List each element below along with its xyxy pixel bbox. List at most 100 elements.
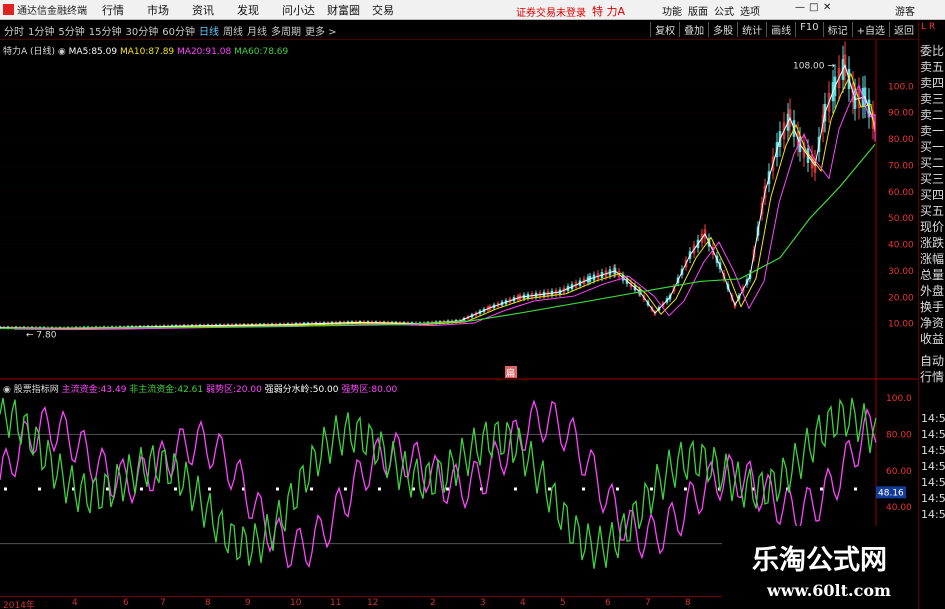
menu-item-wealth[interactable]: 财富圈 <box>327 2 372 18</box>
menu-item-ask[interactable]: 问小达 <box>282 2 327 18</box>
period-multi[interactable]: 多周期 <box>271 23 301 38</box>
divide-line-dot <box>684 487 687 491</box>
ma5-value: 85.09 <box>91 47 118 57</box>
strong-zone-label: 强势区: <box>341 385 372 395</box>
tool-mark[interactable]: 标记 <box>822 22 852 37</box>
watermark-title: 乐淘公式网 <box>752 545 887 576</box>
indicator-name[interactable]: 股票指标网 <box>14 385 59 395</box>
divide-line-label: 强弱分水岭: <box>264 385 313 395</box>
side-label: 委比 <box>919 44 944 58</box>
date-tick-label: 7 <box>645 598 651 608</box>
side-label: 买四 <box>919 188 944 202</box>
watermark-url: www.60lt.com <box>767 581 891 600</box>
tool-multi-stock[interactable]: 多股 <box>708 22 737 37</box>
quote-label[interactable]: 行情 <box>919 369 945 385</box>
period-5min[interactable]: 5分钟 <box>58 23 84 38</box>
divide-line-dot <box>820 487 823 491</box>
menu-item-formula[interactable]: 公式 <box>714 3 740 18</box>
period-tick[interactable]: 分时 <box>4 23 24 38</box>
price-tick-label: 60.00 <box>888 188 914 198</box>
indicator-tick-label: 60.00 <box>886 467 912 477</box>
menu-item-discover[interactable]: 发现 <box>237 2 282 18</box>
divide-line-dot <box>650 487 653 491</box>
close-icon[interactable]: ✕ <box>823 2 837 13</box>
period-weekly[interactable]: 周线 <box>223 23 243 38</box>
strong-zone-value: 80.00 <box>371 385 398 395</box>
main-menu: 行情 市场 资讯 发现 问小达 财富圈 交易 <box>102 2 417 18</box>
period-monthly[interactable]: 月线 <box>247 23 267 38</box>
menu-item-options[interactable]: 选项 <box>740 3 766 18</box>
date-tick-label: 11 <box>330 598 342 608</box>
menu-item-layout[interactable]: 版面 <box>688 3 714 18</box>
lr-toggle[interactable]: L R <box>921 22 935 32</box>
side-label: 卖五 <box>919 60 944 74</box>
ma20-label: MA20: <box>177 47 206 57</box>
tool-adjust[interactable]: 复权 <box>650 22 679 37</box>
chart-tools: 复权 叠加 多股 统计 画线 F10 标记 +自选 返回 <box>650 22 918 37</box>
date-tick-label: 6 <box>123 598 129 608</box>
period-more[interactable]: 更多 > <box>305 23 337 38</box>
weak-zone-value: 20.00 <box>236 385 262 395</box>
period-30min[interactable]: 30分钟 <box>125 23 158 38</box>
divide-line-dot <box>140 487 143 491</box>
divide-line-dot <box>344 487 347 491</box>
divide-line-dot <box>582 487 585 491</box>
ma60-value: 78.69 <box>262 47 289 57</box>
side-label: 卖一 <box>919 124 944 138</box>
tool-back[interactable]: 返回 <box>889 22 918 37</box>
date-tick-label: 3 <box>480 598 486 608</box>
price-tick-label: 10.00 <box>888 320 914 330</box>
menu-item-quotes[interactable]: 行情 <box>102 2 147 18</box>
indicator-icon: ◉ <box>3 385 14 395</box>
guest-label[interactable]: 游客 <box>895 3 915 18</box>
period-daily[interactable]: 日线 <box>199 23 219 38</box>
menu-item-trade[interactable]: 交易 <box>372 2 417 18</box>
price-tick-label: 100.0 <box>888 82 914 92</box>
date-tick-label: 7 <box>160 598 166 608</box>
login-notice[interactable]: 证券交易未登录 <box>516 4 586 19</box>
low-price-label: ← 7.80 <box>26 330 57 340</box>
divide-line-dot <box>616 487 619 491</box>
period-60min[interactable]: 60分钟 <box>162 23 195 38</box>
menu-item-function[interactable]: 功能 <box>662 3 688 18</box>
kline-chart[interactable]: 100.0 90.00 80.00 70.00 60.00 50.00 40.00 30.00… <box>0 40 918 380</box>
tool-f10[interactable]: F10 <box>795 22 822 37</box>
side-label: 净资 <box>919 316 944 330</box>
divide-line-dot <box>378 487 381 491</box>
tool-stats[interactable]: 统计 <box>737 22 766 37</box>
maximize-icon[interactable]: □ <box>809 2 823 13</box>
period-1min[interactable]: 1分钟 <box>28 23 54 38</box>
tool-overlay[interactable]: 叠加 <box>679 22 708 37</box>
app-window: 通达信金融终端 行情 市场 资讯 发现 问小达 财富圈 交易 证券交易未登录 特… <box>0 0 945 609</box>
auto-label[interactable]: 自动 <box>919 353 945 369</box>
ma-legend: 特力A (日线) ◉ MA5:85.09 MA10:87.89 MA20:91.… <box>3 44 288 57</box>
tool-add-watchlist[interactable]: +自选 <box>851 22 889 37</box>
nonmain-fund-label: 非主流资金: <box>129 385 178 395</box>
tool-draw[interactable]: 画线 <box>766 22 795 37</box>
minimize-icon[interactable]: — <box>795 2 809 13</box>
side-label: 现价 <box>919 220 944 234</box>
side-label: 涨幅 <box>919 252 944 266</box>
divide-line-dot <box>854 487 857 491</box>
price-tick-label: 40.00 <box>888 241 914 251</box>
event-marker-label: 扁 <box>506 367 515 379</box>
date-tick-label: 2 <box>430 598 436 608</box>
ma20-value: 91.08 <box>205 47 232 57</box>
side-label: 买一 <box>919 140 944 154</box>
tick-time: 14:56 <box>921 492 945 505</box>
menu-item-market[interactable]: 市场 <box>147 2 192 18</box>
period-15min[interactable]: 15分钟 <box>89 23 122 38</box>
divide-line-dot <box>208 487 211 491</box>
divide-line-dot <box>174 487 177 491</box>
tick-time: 14:56 <box>921 508 945 521</box>
divide-line-value: 50.00 <box>312 385 339 395</box>
side-label: 买五 <box>919 204 944 218</box>
divide-line-dot <box>38 487 41 491</box>
app-logo-icon <box>3 4 14 15</box>
right-menu: 功能 版面 公式 选项 <box>662 3 766 18</box>
date-tick-label: 2014年 <box>3 601 35 609</box>
menu-item-news[interactable]: 资讯 <box>192 2 237 18</box>
side-label: 换手 <box>919 300 944 314</box>
divide-line-dot <box>514 487 517 491</box>
indicator-legend: ◉ 股票指标网 主流资金:43.49 非主流资金:42.61 弱势区:20.00… <box>3 382 397 395</box>
